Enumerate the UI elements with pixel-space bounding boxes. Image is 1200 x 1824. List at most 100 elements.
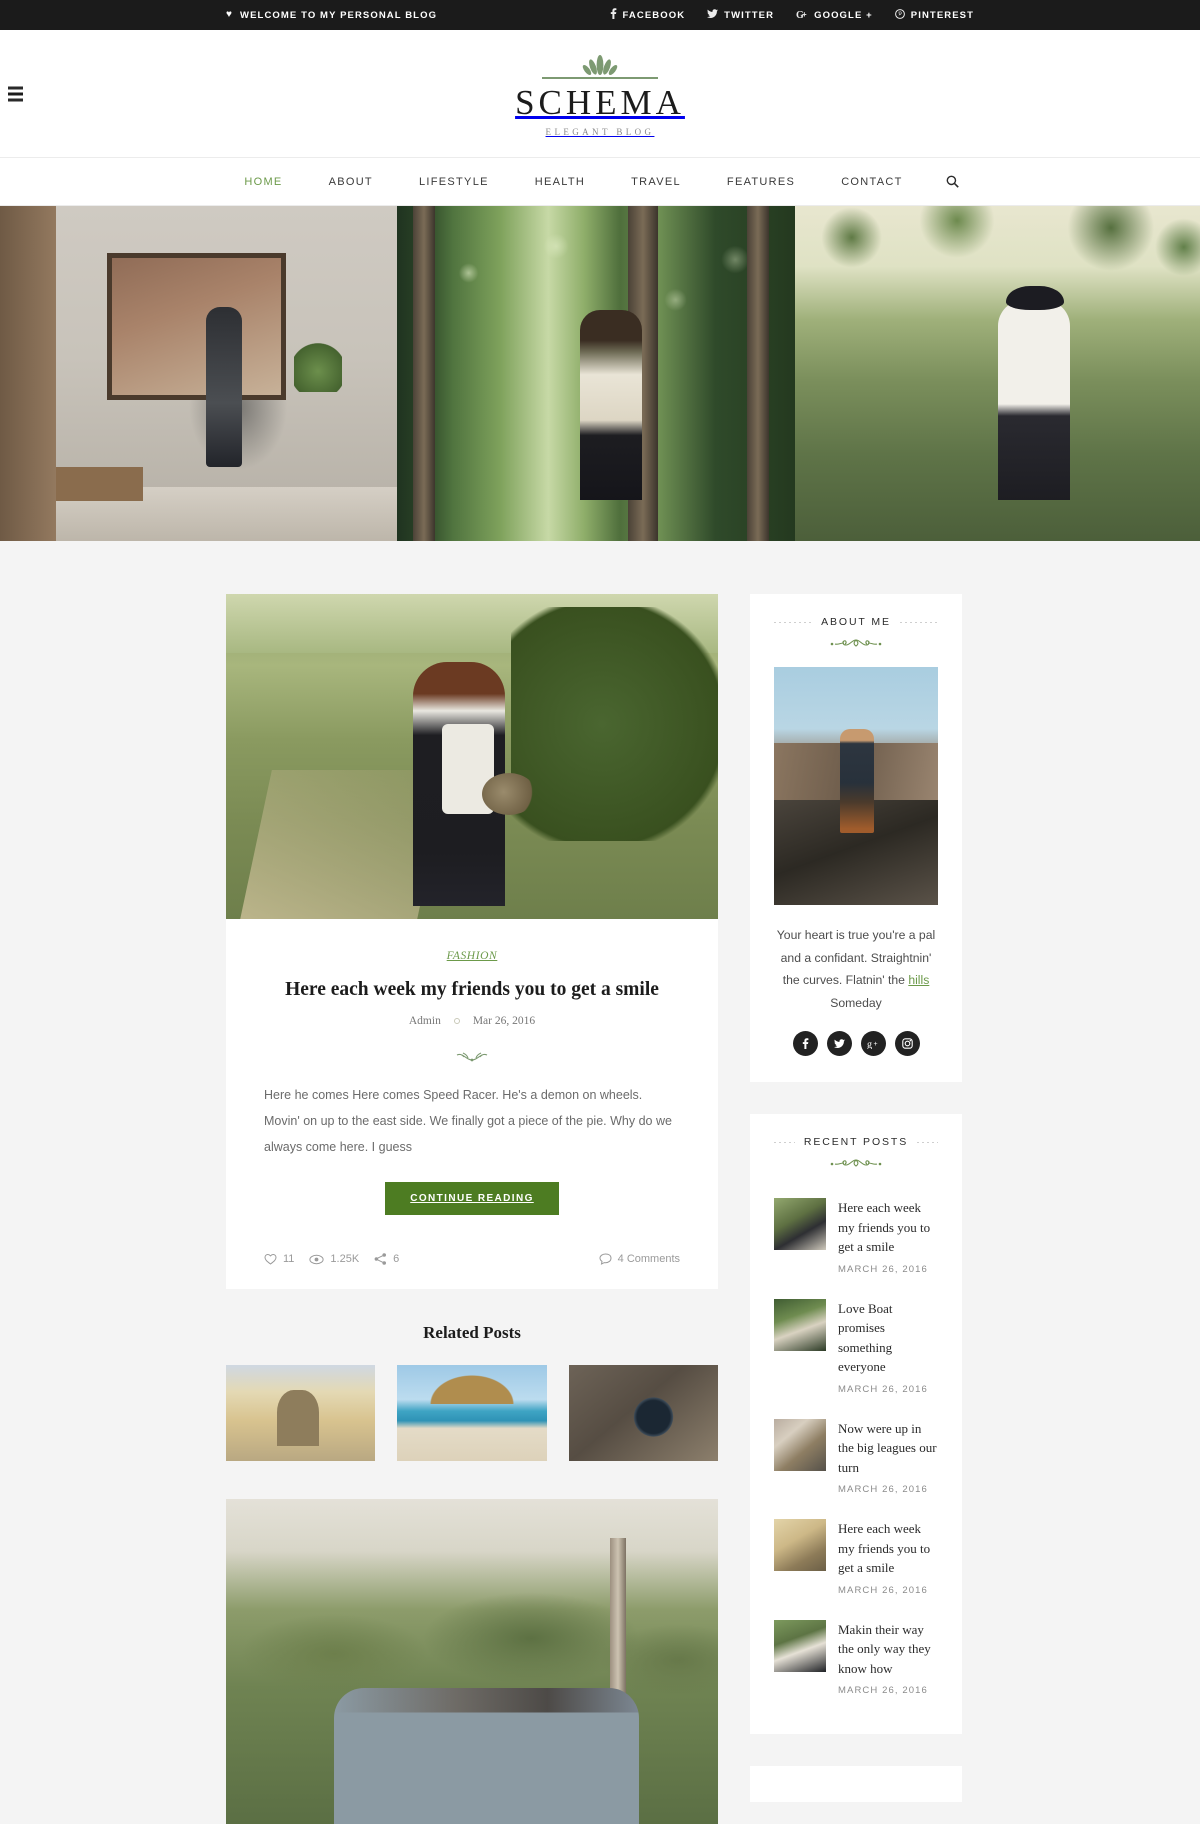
related-post-3[interactable] [568, 1365, 718, 1462]
comments-link[interactable]: 4 Comments [599, 1253, 680, 1265]
related-post-2[interactable] [397, 1365, 547, 1462]
continue-reading-button[interactable]: CONTINUE READING [385, 1182, 559, 1216]
related-posts-section: Related Posts [226, 1323, 718, 1462]
welcome-message: ♥ WELCOME TO MY PERSONAL BLOG [226, 10, 437, 21]
svg-text:+: + [802, 10, 808, 19]
recent-post-thumbnail[interactable] [774, 1418, 826, 1471]
related-posts-grid [226, 1365, 718, 1462]
logo-name: SCHEMA [515, 82, 685, 122]
svg-text:+: + [873, 1041, 877, 1048]
recent-post-date: MARCH 26, 2016 [838, 1263, 928, 1275]
like-stat[interactable]: 11 [264, 1253, 294, 1265]
welcome-text: WELCOME TO MY PERSONAL BLOG [240, 9, 438, 21]
hamburger-menu-icon[interactable] [8, 86, 23, 101]
top-bar: ♥ WELCOME TO MY PERSONAL BLOG FACEBOOK T… [0, 0, 1200, 30]
social-link-google-plus[interactable]: g + GOOGLE + [796, 9, 873, 22]
next-widget-stub [750, 1766, 962, 1803]
top-social-links: FACEBOOK TWITTER g + GOOGLE + PINTEREST [610, 8, 974, 22]
search-icon[interactable] [926, 175, 979, 188]
recent-post-title[interactable]: Here each week my friends you to get a s… [838, 1198, 938, 1257]
dotted-rule-left [774, 1141, 795, 1143]
recent-posts-widget: RECENT POSTS Here each week my friends y… [750, 1114, 962, 1735]
recent-post-title[interactable]: Love Boat promises something everyone [838, 1299, 938, 1377]
social-link-twitter[interactable]: TWITTER [707, 8, 775, 22]
nav-item-contact[interactable]: CONTACT [818, 176, 925, 188]
comment-icon [599, 1253, 612, 1266]
logo-rule [542, 76, 658, 79]
heart-icon [264, 1254, 277, 1265]
twitter-icon [707, 8, 719, 22]
logo-tagline: ELEGANT BLOG [545, 126, 655, 137]
about-me-photo [774, 667, 938, 905]
recent-post-title[interactable]: Now were up in the big leagues our turn [838, 1419, 938, 1478]
social-label: GOOGLE + [814, 9, 873, 21]
about-me-header: ABOUT ME [774, 616, 939, 650]
site-header: SCHEMA ELEGANT BLOG [0, 30, 1200, 158]
recent-post-title[interactable]: Here each week my friends you to get a s… [838, 1519, 938, 1578]
site-logo[interactable]: SCHEMA ELEGANT BLOG [515, 54, 685, 137]
hero-slider[interactable] [0, 206, 1200, 541]
recent-post-thumbnail[interactable] [774, 1619, 826, 1672]
social-link-facebook[interactable]: FACEBOOK [610, 8, 686, 22]
nav-item-health[interactable]: HEALTH [512, 176, 608, 188]
view-stat: 1.25K [309, 1253, 359, 1265]
facebook-icon[interactable] [792, 1031, 818, 1057]
meta-separator-icon [453, 1018, 460, 1025]
post-body: FASHION Here each week my friends you to… [226, 919, 718, 1289]
recent-post-thumbnail[interactable] [774, 1198, 826, 1251]
heart-icon: ♥ [226, 9, 234, 20]
post-stats: 11 1.25K 6 4 Comments [256, 1241, 688, 1269]
recent-post-item[interactable]: Here each week my friends you to get a s… [774, 1507, 938, 1608]
next-post-featured-image[interactable] [226, 1499, 718, 1824]
recent-post-date: MARCH 26, 2016 [838, 1685, 928, 1697]
facebook-icon [610, 8, 617, 22]
hero-slide-1[interactable] [0, 206, 397, 541]
social-label: TWITTER [724, 9, 775, 21]
about-text-highlight-link[interactable]: hills [908, 973, 929, 987]
nav-item-home[interactable]: HOME [221, 176, 305, 188]
nav-item-about[interactable]: ABOUT [306, 176, 396, 188]
recent-post-title[interactable]: Makin their way the only way they know h… [838, 1620, 938, 1679]
about-me-socials: g + [774, 1031, 938, 1057]
about-text-part2: Someday [830, 995, 882, 1010]
post-featured-image[interactable] [226, 594, 718, 919]
dotted-rule-right [917, 1141, 939, 1143]
recent-post-item[interactable]: Love Boat promises something everyone MA… [774, 1287, 938, 1407]
post-category[interactable]: FASHION [447, 950, 498, 962]
google-plus-icon[interactable]: g + [860, 1031, 886, 1057]
about-me-title: ABOUT ME [821, 616, 891, 628]
hero-slide-3[interactable] [795, 206, 1200, 541]
leaf-ornament-icon [582, 54, 618, 75]
share-stat[interactable]: 6 [374, 1253, 399, 1265]
post-card: FASHION Here each week my friends you to… [226, 594, 718, 1290]
related-post-1[interactable] [226, 1365, 376, 1462]
main-navigation: HOME ABOUT LIFESTYLE HEALTH TRAVEL FEATU… [0, 158, 1200, 206]
sidebar: ABOUT ME Your heart is true you're a pal… [750, 594, 962, 1803]
post-meta: Admin Mar 26, 2016 [256, 1015, 688, 1027]
recent-post-item[interactable]: Here each week my friends you to get a s… [774, 1186, 938, 1287]
twitter-icon[interactable] [826, 1031, 852, 1057]
post-author[interactable]: Admin [409, 1015, 441, 1027]
post-title[interactable]: Here each week my friends you to get a s… [256, 977, 688, 1002]
recent-post-item[interactable]: Makin their way the only way they know h… [774, 1608, 938, 1709]
recent-post-thumbnail[interactable] [774, 1298, 826, 1351]
hero-slide-2[interactable] [397, 206, 795, 541]
nav-item-lifestyle[interactable]: LIFESTYLE [396, 176, 512, 188]
dotted-rule-right [899, 621, 939, 623]
social-link-pinterest[interactable]: PINTEREST [894, 8, 974, 22]
divider-ornament-icon [456, 1052, 488, 1062]
recent-post-thumbnail[interactable] [774, 1519, 826, 1572]
nav-item-features[interactable]: FEATURES [704, 176, 818, 188]
recent-post-date: MARCH 26, 2016 [838, 1584, 928, 1596]
post-date: Mar 26, 2016 [472, 1015, 536, 1028]
eye-icon [309, 1254, 325, 1264]
recent-post-date: MARCH 26, 2016 [838, 1383, 928, 1395]
like-count: 11 [283, 1253, 295, 1266]
instagram-icon[interactable] [894, 1031, 920, 1057]
about-me-text: Your heart is true you're a pal and a co… [774, 924, 938, 1014]
post-stat-group: 11 1.25K 6 [264, 1253, 399, 1265]
main-content: FASHION Here each week my friends you to… [226, 594, 718, 1824]
recent-post-item[interactable]: Now were up in the big leagues our turn … [774, 1407, 938, 1508]
nav-item-travel[interactable]: TRAVEL [608, 176, 704, 188]
recent-posts-header: RECENT POSTS [774, 1136, 939, 1170]
